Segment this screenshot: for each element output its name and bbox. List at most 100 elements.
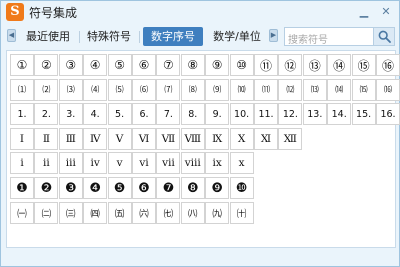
symbol-cell[interactable]: ⅵ: [132, 152, 156, 175]
symbol-cell[interactable]: ❶: [10, 177, 34, 199]
symbol-cell[interactable]: Ⅶ: [156, 127, 181, 150]
symbol-cell[interactable]: ⒂: [351, 78, 376, 101]
symbol-cell[interactable]: ⅰ: [10, 152, 34, 175]
symbol-cell[interactable]: 5.: [107, 103, 132, 126]
symbol-cell[interactable]: ⑫: [278, 54, 303, 76]
symbol-cell[interactable]: 13.: [302, 103, 327, 126]
symbol-cell[interactable]: 2.: [34, 103, 59, 126]
symbol-cell[interactable]: ⑷: [83, 78, 108, 101]
symbol-cell[interactable]: 12.: [278, 103, 303, 126]
symbol-cell[interactable]: ②: [34, 54, 59, 76]
title-bar[interactable]: S 符号集成 ▁ ✕: [1, 1, 399, 23]
symbol-cell[interactable]: ⑹: [132, 78, 156, 101]
symbol-cell[interactable]: 3.: [58, 103, 83, 126]
minimize-button[interactable]: ▁: [356, 4, 372, 20]
symbol-cell[interactable]: ㈦: [156, 201, 181, 224]
symbol-cell[interactable]: ㈧: [180, 201, 205, 224]
tab-math-units[interactable]: 数学/单位: [208, 27, 266, 46]
search-input[interactable]: [285, 32, 373, 49]
symbol-cell[interactable]: Ⅰ: [10, 127, 34, 150]
symbol-cell[interactable]: ⑤: [107, 54, 132, 76]
symbol-cell[interactable]: Ⅺ: [254, 127, 278, 150]
symbol-cell[interactable]: Ⅵ: [132, 127, 156, 150]
symbol-cell[interactable]: Ⅷ: [180, 127, 205, 150]
symbol-cell[interactable]: ❿: [229, 177, 254, 199]
symbol-cell[interactable]: ⑽: [229, 78, 254, 101]
symbol-cell[interactable]: ⅱ: [34, 152, 59, 175]
symbol-cell[interactable]: ❺: [107, 177, 132, 199]
symbol-cell[interactable]: ⑧: [180, 54, 205, 76]
symbol-cell[interactable]: 15.: [351, 103, 376, 126]
tab-scroll-right-button[interactable]: ▶: [269, 29, 278, 42]
symbol-cell[interactable]: ⑼: [205, 78, 230, 101]
symbol-cell[interactable]: ❹: [83, 177, 108, 199]
close-button[interactable]: ✕: [378, 4, 394, 20]
symbol-cell[interactable]: Ⅱ: [34, 127, 59, 150]
symbol-cell[interactable]: ⑭: [327, 54, 352, 76]
symbol-cell[interactable]: ⑯: [376, 54, 400, 76]
symbol-cell[interactable]: ㈤: [107, 201, 132, 224]
symbol-cell[interactable]: ⑥: [132, 54, 156, 76]
tab-number-ordinals[interactable]: 数字序号: [143, 27, 203, 46]
symbol-cell[interactable]: ㈣: [83, 201, 108, 224]
symbol-cell[interactable]: 10.: [229, 103, 254, 126]
symbol-cell[interactable]: ③: [58, 54, 83, 76]
symbol-cell[interactable]: 6.: [132, 103, 156, 126]
symbol-cell[interactable]: ⅲ: [58, 152, 83, 175]
symbol-cell[interactable]: ❻: [132, 177, 156, 199]
symbol-cell[interactable]: 11.: [254, 103, 278, 126]
symbol-cell[interactable]: ⑩: [229, 54, 254, 76]
symbol-cell[interactable]: ㈥: [132, 201, 156, 224]
symbol-cell[interactable]: ㈡: [34, 201, 59, 224]
symbol-cell[interactable]: ㈨: [205, 201, 230, 224]
symbol-cell[interactable]: ⒃: [376, 78, 400, 101]
symbol-cell[interactable]: ❷: [34, 177, 59, 199]
symbol-cell[interactable]: ⑵: [34, 78, 59, 101]
symbol-cell[interactable]: ⒀: [302, 78, 327, 101]
symbol-cell[interactable]: Ⅲ: [58, 127, 83, 150]
symbol-cell[interactable]: ❽: [180, 177, 205, 199]
symbol-cell[interactable]: ⅳ: [83, 152, 108, 175]
symbol-cell[interactable]: ⒁: [327, 78, 352, 101]
symbol-cell[interactable]: ⑾: [254, 78, 278, 101]
tab-scroll-left-button[interactable]: ◀: [7, 29, 16, 42]
symbol-cell[interactable]: ⑶: [58, 78, 83, 101]
symbol-cell[interactable]: Ⅳ: [83, 127, 108, 150]
symbol-cell[interactable]: Ⅸ: [205, 127, 230, 150]
symbol-cell[interactable]: ⑮: [351, 54, 376, 76]
symbol-cell[interactable]: ⅸ: [205, 152, 230, 175]
symbol-cell[interactable]: ⑻: [180, 78, 205, 101]
symbol-cell[interactable]: ⑸: [107, 78, 132, 101]
symbol-cell[interactable]: ⑬: [302, 54, 327, 76]
symbol-cell[interactable]: ⑺: [156, 78, 181, 101]
symbol-cell[interactable]: ⑴: [10, 78, 34, 101]
tab-special-symbols[interactable]: 特殊符号: [83, 27, 135, 46]
symbol-cell[interactable]: ⅶ: [156, 152, 181, 175]
symbol-cell[interactable]: ①: [10, 54, 34, 76]
symbol-cell[interactable]: ④: [83, 54, 108, 76]
symbol-cell[interactable]: ㈠: [10, 201, 34, 224]
symbol-cell[interactable]: 1.: [10, 103, 34, 126]
symbol-cell[interactable]: ❼: [156, 177, 181, 199]
symbol-cell[interactable]: ㈩: [229, 201, 254, 224]
symbol-cell[interactable]: Ⅻ: [278, 127, 303, 150]
symbol-cell[interactable]: 4.: [83, 103, 108, 126]
search-button[interactable]: [373, 27, 395, 46]
symbol-cell[interactable]: 8.: [180, 103, 205, 126]
symbol-cell[interactable]: ❸: [58, 177, 83, 199]
symbol-cell[interactable]: 14.: [327, 103, 352, 126]
symbol-cell[interactable]: ⑦: [156, 54, 181, 76]
symbol-cell[interactable]: ⅷ: [180, 152, 205, 175]
symbol-cell[interactable]: ⑿: [278, 78, 303, 101]
symbol-cell[interactable]: ⅴ: [107, 152, 132, 175]
symbol-cell[interactable]: Ⅹ: [229, 127, 254, 150]
symbol-cell[interactable]: ⅹ: [229, 152, 254, 175]
tab-recent[interactable]: 最近使用: [21, 27, 75, 46]
symbol-cell[interactable]: ⑪: [254, 54, 278, 76]
symbol-cell[interactable]: ㈢: [58, 201, 83, 224]
symbol-cell[interactable]: 7.: [156, 103, 181, 126]
symbol-cell[interactable]: ⑨: [205, 54, 230, 76]
symbol-cell[interactable]: Ⅴ: [107, 127, 132, 150]
symbol-cell[interactable]: 9.: [205, 103, 230, 126]
symbol-cell[interactable]: 16.: [376, 103, 400, 126]
